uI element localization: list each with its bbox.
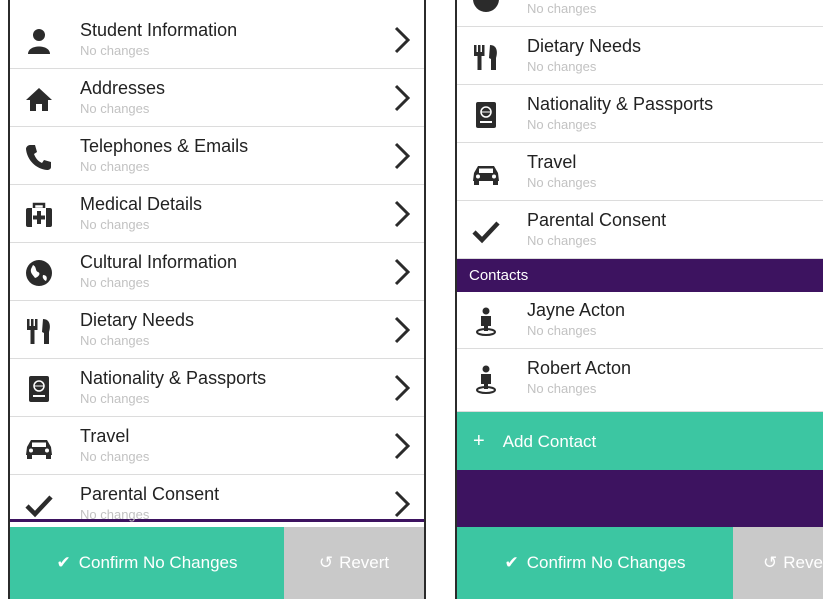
menu-item-subtitle: No changes	[527, 381, 597, 396]
menu-item-title: Jayne Acton	[527, 300, 626, 320]
menu-item-subtitle: No changes	[80, 217, 150, 232]
fork-knife-icon	[469, 40, 503, 74]
confirm-no-changes-button[interactable]: ✔ Confirm No Changes	[457, 527, 733, 599]
checkmark-icon	[22, 488, 56, 522]
medical-kit-icon	[22, 198, 56, 232]
menu-item-subtitle: No changes	[80, 275, 150, 290]
confirm-no-changes-button[interactable]: ✔ Confirm No Changes	[10, 527, 284, 599]
chevron-right-icon	[394, 258, 410, 286]
checkmark-icon	[469, 214, 503, 248]
chevron-right-icon	[394, 374, 410, 402]
menu-item-title: Cultural Information	[80, 252, 238, 272]
menu-item-dietary-needs[interactable]: Dietary Needs No changes	[10, 302, 424, 359]
menu-item-title: Robert Acton	[527, 358, 632, 378]
purple-band	[457, 470, 823, 527]
chevron-right-icon	[394, 490, 410, 518]
revert-label: Revert	[339, 553, 390, 572]
passport-icon	[22, 372, 56, 406]
car-icon	[469, 156, 503, 190]
chevron-right-icon	[394, 84, 410, 112]
action-footer: ✔ Confirm No Changes ↺ Reve	[457, 527, 823, 599]
menu-item-subtitle: No changes	[527, 117, 597, 132]
menu-item-parental-consent[interactable]: Parental Consent No changes	[457, 202, 823, 259]
menu-item-student-information[interactable]: Student Information No changes	[10, 12, 424, 69]
contact-person-icon	[469, 362, 503, 396]
action-footer: ✔ Confirm No Changes ↺ Revert	[10, 527, 424, 599]
car-icon	[22, 430, 56, 464]
revert-button[interactable]: ↺ Revert	[284, 527, 424, 599]
menu-item-subtitle: No changes	[527, 175, 597, 190]
menu-item-travel[interactable]: Travel No changes	[457, 144, 823, 201]
menu-item-subtitle: No changes	[80, 507, 150, 522]
menu-item-dietary-needs[interactable]: Dietary Needs No changes	[457, 28, 823, 85]
add-contact-button[interactable]: + Add Contact	[457, 412, 823, 470]
menu-item-nationality-passports[interactable]: Nationality & Passports No changes	[10, 360, 424, 417]
menu-item-addresses[interactable]: Addresses No changes	[10, 70, 424, 127]
menu-item-subtitle: No changes	[80, 101, 150, 116]
menu-item-title: Travel	[80, 426, 130, 446]
contact-item-robert-acton[interactable]: Robert Acton No changes	[457, 350, 823, 412]
left-screen: Student Information No changes Addresses…	[8, 0, 426, 599]
menu-item-subtitle: No changes	[80, 391, 150, 406]
menu-item-subtitle: No changes	[527, 233, 597, 248]
chevron-right-icon	[394, 142, 410, 170]
menu-item-title: Medical Details	[80, 194, 203, 214]
chevron-right-icon	[394, 432, 410, 460]
menu-item-title: Dietary Needs	[527, 36, 642, 56]
undo-icon: ↺	[763, 553, 778, 572]
menu-item-subtitle: No changes	[80, 333, 150, 348]
menu-item-subtitle: No changes	[80, 159, 150, 174]
menu-item-subtitle: No changes	[527, 59, 597, 74]
menu-item-title: Parental Consent	[80, 484, 220, 504]
revert-button[interactable]: ↺ Reve	[733, 527, 823, 599]
checkmark-icon: ✔	[504, 553, 519, 572]
phone-icon	[22, 140, 56, 174]
confirm-label: Confirm No Changes	[526, 553, 686, 572]
add-contact-label: Add Contact	[502, 432, 597, 451]
revert-label: Reve	[783, 553, 823, 572]
confirm-label: Confirm No Changes	[78, 553, 238, 572]
menu-item-title: Parental Consent	[527, 210, 667, 230]
right-screen: No changes Dietary Needs No changes Nati…	[455, 0, 823, 599]
chevron-right-icon	[394, 200, 410, 228]
menu-item-title: Dietary Needs	[80, 310, 195, 330]
contacts-section-header: Contacts	[457, 259, 823, 292]
menu-item-subtitle: No changes	[80, 449, 150, 464]
menu-item-subtitle: No changes	[527, 323, 597, 338]
globe-icon	[469, 0, 503, 16]
menu-item-nationality-passports[interactable]: Nationality & Passports No changes	[457, 86, 823, 143]
person-icon	[22, 24, 56, 58]
plus-icon: +	[473, 430, 485, 452]
passport-icon	[469, 98, 503, 132]
chevron-right-icon	[394, 316, 410, 344]
contact-person-icon	[469, 304, 503, 338]
menu-item-telephones-emails[interactable]: Telephones & Emails No changes	[10, 128, 424, 185]
menu-item-title: Telephones & Emails	[80, 136, 249, 156]
globe-icon	[22, 256, 56, 290]
menu-item-parental-consent[interactable]: Parental Consent No changes	[10, 476, 424, 522]
checkmark-icon: ✔	[56, 553, 71, 572]
menu-item-cultural-information[interactable]: Cultural Information No changes	[10, 244, 424, 301]
menu-item-subtitle: No changes	[527, 1, 597, 16]
menu-item-partial[interactable]: No changes	[457, 0, 823, 27]
contact-item-jayne-acton[interactable]: Jayne Acton No changes	[457, 292, 823, 349]
menu-item-title: Nationality & Passports	[80, 368, 267, 388]
menu-item-subtitle: No changes	[80, 43, 150, 58]
menu-item-title: Nationality & Passports	[527, 94, 714, 114]
house-icon	[22, 82, 56, 116]
undo-icon: ↺	[318, 553, 334, 572]
fork-knife-icon	[22, 314, 56, 348]
menu-item-travel[interactable]: Travel No changes	[10, 418, 424, 475]
chevron-right-icon	[394, 26, 410, 54]
menu-item-title: Student Information	[80, 20, 238, 40]
menu-item-medical-details[interactable]: Medical Details No changes	[10, 186, 424, 243]
menu-item-title: Travel	[527, 152, 577, 172]
menu-item-title: Addresses	[80, 78, 166, 98]
